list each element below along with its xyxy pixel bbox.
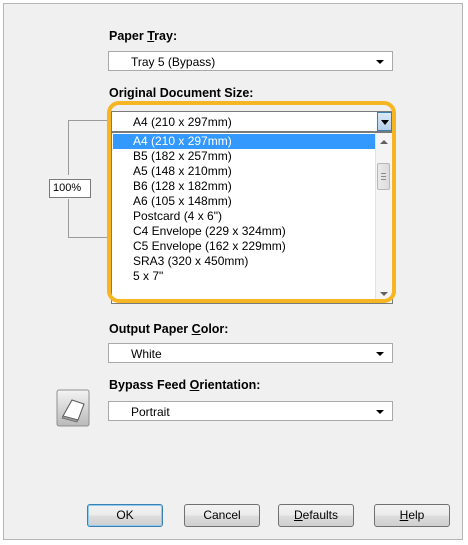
bracket-bottom bbox=[68, 199, 111, 238]
list-item[interactable]: C4 Envelope (229 x 324mm) bbox=[113, 224, 376, 239]
bypass-feed-orientation-label: Bypass Feed Orientation: bbox=[109, 378, 261, 392]
chevron-down-icon bbox=[376, 410, 384, 414]
ok-button[interactable]: OK bbox=[87, 504, 163, 527]
list-item[interactable]: B6 (128 x 182mm) bbox=[113, 179, 376, 194]
original-document-size-label: Original Document Size: bbox=[109, 86, 254, 100]
output-paper-color-value: White bbox=[131, 347, 162, 361]
scroll-up-icon[interactable] bbox=[380, 140, 388, 144]
scroll-thumb[interactable] bbox=[377, 163, 390, 190]
list-item[interactable]: A4 (210 x 297mm) bbox=[113, 134, 376, 149]
output-paper-color-select[interactable]: White bbox=[108, 343, 393, 363]
original-document-size-value: A4 (210 x 297mm) bbox=[133, 115, 232, 129]
grip-line bbox=[381, 173, 386, 174]
list-scrollbar[interactable] bbox=[375, 133, 392, 303]
bracket-top bbox=[68, 120, 111, 175]
help-button[interactable]: Help bbox=[374, 504, 450, 527]
print-options-dialog: Paper Tray: Tray 5 (Bypass) Original Doc… bbox=[3, 3, 463, 540]
zoom-value: 100% bbox=[53, 182, 82, 194]
paper-tray-value: Tray 5 (Bypass) bbox=[131, 55, 216, 69]
paper-tray-select[interactable]: Tray 5 (Bypass) bbox=[108, 51, 393, 71]
chevron-down-icon bbox=[381, 120, 389, 125]
bypass-feed-orientation-value: Portrait bbox=[131, 405, 170, 419]
paper-tray-label: Paper Tray: bbox=[109, 29, 178, 43]
cancel-button[interactable]: Cancel bbox=[184, 504, 260, 527]
bypass-feed-orientation-select[interactable]: Portrait bbox=[108, 401, 393, 421]
list-item[interactable]: A5 (148 x 210mm) bbox=[113, 164, 376, 179]
output-paper-color-label: Output Paper Color: bbox=[109, 322, 229, 336]
dropdown-button[interactable] bbox=[377, 112, 392, 131]
scroll-down-icon[interactable] bbox=[380, 292, 388, 296]
list-item[interactable]: 5 x 7" bbox=[113, 269, 376, 284]
grip-line bbox=[381, 179, 386, 180]
original-document-size-select[interactable]: A4 (210 x 297mm) bbox=[111, 111, 392, 132]
grip-line bbox=[381, 176, 386, 177]
list-item[interactable]: C5 Envelope (162 x 229mm) bbox=[113, 239, 376, 254]
list-item[interactable]: SRA3 (320 x 450mm) bbox=[113, 254, 376, 269]
chevron-down-icon bbox=[376, 352, 384, 356]
paper-feed-icon bbox=[56, 389, 90, 427]
list-item[interactable]: A6 (105 x 148mm) bbox=[113, 194, 376, 209]
list-item[interactable]: Postcard (4 x 6") bbox=[113, 209, 376, 224]
zoom-field[interactable]: 100% bbox=[49, 179, 91, 198]
defaults-button[interactable]: Defaults bbox=[278, 504, 354, 527]
list-item[interactable]: B5 (182 x 257mm) bbox=[113, 149, 376, 164]
original-document-size-list: A4 (210 x 297mm) B5 (182 x 257mm) A5 (14… bbox=[111, 132, 393, 304]
chevron-down-icon bbox=[376, 60, 384, 64]
